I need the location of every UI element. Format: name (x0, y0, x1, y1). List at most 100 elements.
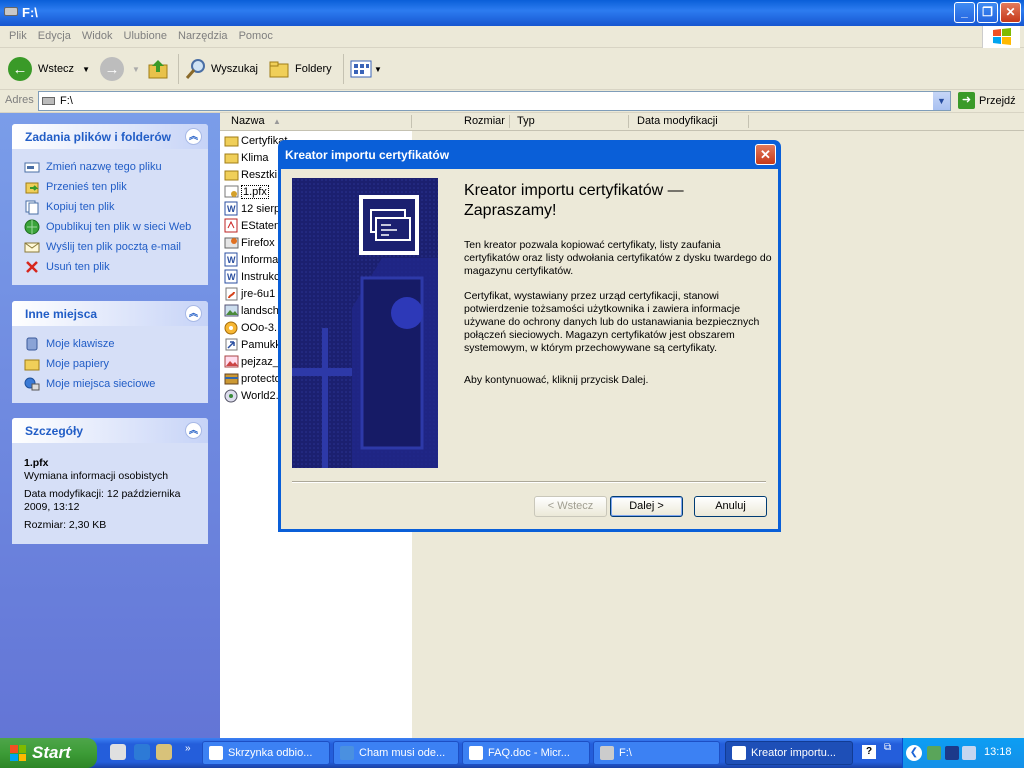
network-icon[interactable] (927, 746, 941, 760)
file-row[interactable]: EStaten (224, 217, 280, 234)
folders-button[interactable]: Foldery (268, 53, 332, 85)
clock[interactable]: 13:18 (984, 746, 1012, 758)
drive-icon (4, 7, 18, 16)
forward-arrow-icon: → (100, 57, 124, 81)
volume-icon[interactable] (962, 746, 976, 760)
close-button[interactable]: ✕ (1000, 2, 1021, 23)
place-my-keys[interactable]: Moje klawisze (24, 334, 196, 354)
place-network[interactable]: Moje miejsca sieciowe (24, 374, 196, 394)
file-row[interactable]: W Informa (224, 251, 278, 268)
menu-view[interactable]: Widok (78, 26, 117, 46)
file-name: EStaten (241, 219, 281, 232)
menu-file[interactable]: Plik (5, 26, 31, 46)
address-value: F:\ (60, 95, 73, 107)
certificate-illustration-icon (292, 178, 438, 468)
outlook-express-icon[interactable] (156, 744, 172, 760)
collapse-icon[interactable]: ︽ (185, 305, 202, 322)
up-folder-button[interactable] (148, 53, 170, 85)
help-icon[interactable]: ? (862, 745, 876, 759)
copy-link[interactable]: Kopiuj ten plik (24, 197, 196, 217)
internet-explorer-icon[interactable] (134, 744, 150, 760)
panel-header[interactable]: Inne miejsca ︽ (12, 301, 208, 326)
file-row[interactable]: 1.pfx (224, 183, 269, 200)
file-row[interactable]: Firefox (224, 234, 275, 251)
word-document-icon: W (224, 269, 238, 284)
back-dropdown-icon[interactable]: ▼ (82, 65, 90, 74)
delete-link[interactable]: Usuń ten plik (24, 257, 196, 277)
forward-dropdown-icon: ▼ (132, 64, 140, 74)
column-name[interactable]: Nazwa (231, 115, 265, 127)
column-separator[interactable] (748, 115, 749, 128)
tray-expand-icon[interactable]: ❮ (906, 745, 922, 761)
go-button[interactable]: ➜ Przejdź (958, 92, 1016, 109)
maximize-button[interactable]: ❐ (977, 2, 998, 23)
address-dropdown-icon[interactable]: ▼ (933, 92, 950, 110)
file-row[interactable]: World2. (224, 387, 279, 404)
move-link[interactable]: Przenieś ten plik (24, 177, 196, 197)
menu-tools[interactable]: Narzędzia (174, 26, 232, 46)
menu-help[interactable]: Pomoc (235, 26, 277, 46)
file-row[interactable]: W 12 sierp (224, 200, 280, 217)
column-separator[interactable] (509, 115, 510, 128)
place-my-papers[interactable]: Moje papiery (24, 354, 196, 374)
publish-link[interactable]: Opublikuj ten plik w sieci Web (24, 217, 196, 237)
cancel-button[interactable]: Anuluj (694, 496, 767, 517)
menu-favorites[interactable]: Ulubione (120, 26, 171, 46)
file-row[interactable]: Pamukk (224, 336, 281, 353)
task-mail-inbox[interactable]: Skrzynka odbio... (202, 741, 330, 765)
address-input[interactable]: F:\ ▼ (38, 91, 951, 111)
back-arrow-icon: ← (8, 57, 32, 81)
panel-header[interactable]: Zadania plików i folderów ︽ (12, 124, 208, 149)
search-button[interactable]: Wyszukaj (184, 53, 258, 85)
file-row[interactable]: OOo-3. (224, 319, 277, 336)
column-modified[interactable]: Data modyfikacji (637, 115, 718, 127)
start-button[interactable]: Start (0, 738, 97, 768)
file-row[interactable]: jre-6u1 (224, 285, 275, 302)
go-label: Przejdź (979, 94, 1016, 107)
rename-link[interactable]: Zmień nazwę tego pliku (24, 157, 196, 177)
forward-button[interactable]: → ▼ (100, 53, 140, 85)
column-type[interactable]: Typ (517, 115, 535, 127)
audio-meter-icon[interactable] (945, 746, 959, 760)
column-size[interactable]: Rozmiar (464, 115, 505, 127)
show-desktop-icon[interactable] (110, 744, 126, 760)
restore-windows-icon[interactable]: ⧉ (884, 742, 891, 753)
task-word-doc[interactable]: FAQ.doc - Micr... (462, 741, 590, 765)
details-filename: 1.pfx (24, 457, 49, 469)
dialog-close-button[interactable]: ✕ (755, 144, 776, 165)
task-explorer[interactable]: F:\ (593, 741, 720, 765)
views-button[interactable]: ▼ (350, 53, 382, 85)
other-places-panel: Inne miejsca ︽ Moje klawisze Moje papiery… (12, 301, 208, 403)
back-button[interactable]: < Wstecz (534, 496, 607, 517)
link-label: Opublikuj ten plik w sieci Web (46, 221, 192, 233)
back-button[interactable]: ← Wstecz ▼ (8, 53, 90, 85)
panel-header[interactable]: Szczegóły ︽ (12, 418, 208, 443)
file-name: World2. (241, 389, 279, 402)
link-label: Wyślij ten plik pocztą e-mail (46, 241, 181, 253)
wizard-paragraph-3: Aby kontynuować, kliknij przycisk Dalej. (464, 374, 649, 386)
file-row[interactable]: W Instrukc (224, 268, 280, 285)
file-row[interactable]: Klima (224, 149, 269, 166)
file-row[interactable]: Resztki (224, 166, 277, 183)
next-button[interactable]: Dalej > (610, 496, 683, 517)
collapse-icon[interactable]: ︽ (185, 422, 202, 439)
email-link[interactable]: Wyślij ten plik pocztą e-mail (24, 237, 196, 257)
link-label: Moje klawisze (46, 338, 115, 350)
windows-flag-icon (10, 745, 26, 761)
task-browser[interactable]: Cham musi ode... (333, 741, 459, 765)
task-certificate-wizard[interactable]: Kreator importu... (725, 741, 853, 765)
column-separator[interactable] (411, 115, 412, 128)
menu-edit[interactable]: Edycja (34, 26, 75, 46)
column-separator[interactable] (628, 115, 629, 128)
minimize-button[interactable]: _ (954, 2, 975, 23)
file-row[interactable]: pejzaz_ (224, 353, 279, 370)
file-row[interactable]: landsch (224, 302, 279, 319)
dialog-title-bar[interactable]: Kreator importu certyfikatów ✕ (281, 140, 778, 169)
wizard-paragraph-1: Ten kreator pozwala kopiować certyfikaty… (464, 239, 772, 277)
quicklaunch-more-icon[interactable]: » (185, 743, 191, 754)
task-label: Cham musi ode... (359, 747, 446, 759)
file-row[interactable]: protecto (224, 370, 281, 387)
title-bar[interactable]: F:\ _ ❐ ✕ (0, 0, 1024, 26)
collapse-icon[interactable]: ︽ (185, 128, 202, 145)
windows-flag-icon (993, 28, 1011, 45)
